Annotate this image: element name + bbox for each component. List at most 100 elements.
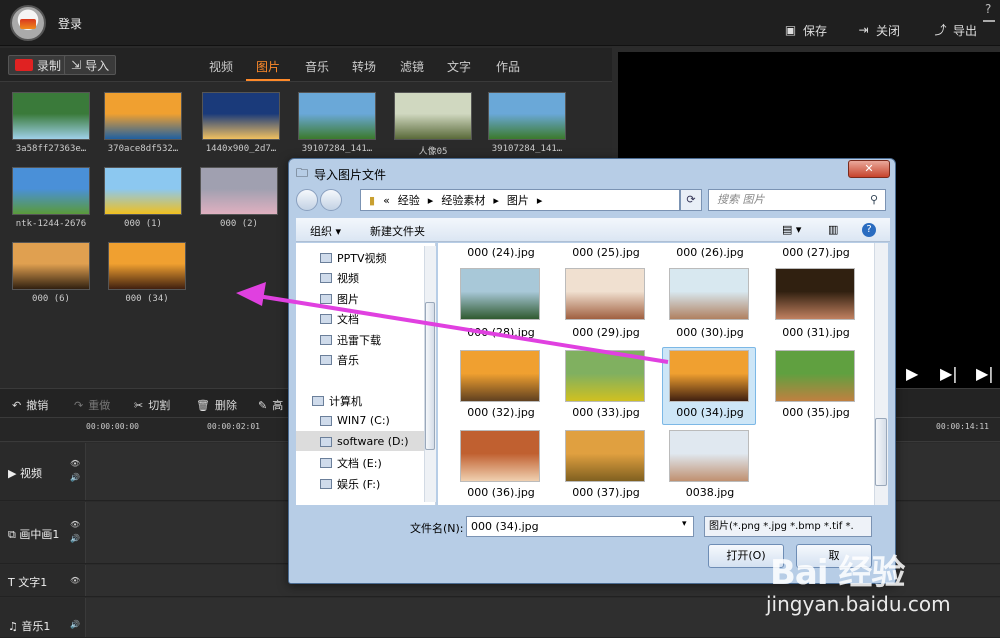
file-item[interactable]: 000 (31).jpg — [767, 268, 865, 342]
cut-button[interactable]: ✂ 切割 — [134, 397, 170, 413]
file-item[interactable]: 000 (36).jpg — [452, 430, 550, 504]
file-item[interactable]: 000 (32).jpg — [452, 350, 550, 424]
file-type-select[interactable]: 图片(*.png *.jpg *.bmp *.tif *. — [704, 516, 872, 537]
breadcrumb-item[interactable]: 图片 — [507, 192, 529, 208]
new-folder-button[interactable]: 新建文件夹 — [370, 223, 425, 239]
media-label: 人像05 — [418, 147, 448, 157]
play-icon[interactable]: ▶ — [906, 364, 918, 383]
search-icon[interactable]: ⚲ — [870, 193, 878, 206]
import-button[interactable]: ⇲ 导入 — [64, 55, 117, 75]
view-options-icon[interactable]: ▤ ▾ — [782, 223, 801, 236]
back-button[interactable] — [296, 189, 318, 211]
visibility-icon[interactable]: 👁 🔊 — [70, 518, 80, 546]
redo-button[interactable]: ↷ 重做 — [74, 397, 110, 413]
nav-item[interactable]: 计算机 — [312, 393, 362, 409]
media-item[interactable]: 3a58ff27363e… — [12, 92, 102, 160]
breadcrumb-item[interactable]: 经验素材 — [441, 192, 485, 208]
tab-text[interactable]: 文字 — [447, 58, 471, 75]
tab-image[interactable]: 图片 — [256, 58, 280, 75]
media-item[interactable]: 39107284_141… — [298, 92, 388, 160]
next-frame-icon[interactable]: ▶| — [940, 364, 958, 383]
media-item[interactable]: 000 (2) — [200, 167, 290, 235]
media-item[interactable]: 人像05 — [394, 92, 484, 160]
track-header: ▶ 视频 👁 🔊 — [0, 443, 86, 500]
file-name[interactable]: 000 (27).jpg — [767, 246, 865, 259]
delete-button[interactable]: 🗑 删除 — [196, 397, 237, 413]
search-input[interactable]: 搜索 图片 — [708, 189, 886, 211]
breadcrumb-overflow[interactable]: « — [383, 194, 390, 207]
save-label: 保存 — [803, 24, 828, 38]
preview-pane-icon[interactable]: ▥ — [828, 223, 838, 236]
skip-end-icon[interactable]: ▶| — [976, 364, 994, 383]
nav-item[interactable]: 娱乐 (F:) — [320, 476, 380, 492]
file-item[interactable]: 000 (34).jpg — [661, 350, 759, 424]
media-item[interactable]: 370ace8df532… — [104, 92, 194, 160]
login-link[interactable]: 登录 — [58, 15, 82, 32]
file-name[interactable]: 000 (26).jpg — [661, 246, 759, 259]
more-button[interactable]: ✎ 高 — [258, 397, 283, 413]
organize-menu[interactable]: 组织 ▾ — [310, 223, 341, 239]
nav-item[interactable]: 文档 (E:) — [320, 455, 382, 471]
media-item[interactable]: 000 (1) — [104, 167, 194, 235]
nav-item[interactable]: 文档 — [320, 311, 359, 327]
file-item[interactable]: 000 (33).jpg — [557, 350, 655, 424]
nav-item[interactable]: 视频 — [320, 270, 359, 286]
minimize-icon[interactable] — [983, 20, 995, 22]
tab-video[interactable]: 视频 — [209, 58, 233, 75]
media-item[interactable]: 1440x900_2d7… — [202, 92, 292, 160]
nav-item[interactable]: software (D:) — [320, 435, 409, 448]
nav-item[interactable]: 音乐 — [320, 352, 359, 368]
folder-icon: ▮ — [369, 193, 376, 207]
file-name[interactable]: 000 (24).jpg — [452, 246, 550, 259]
media-label: 39107284_141… — [491, 144, 563, 154]
active-tab-indicator — [246, 79, 290, 81]
file-thumbnail — [565, 350, 645, 402]
forward-button[interactable] — [320, 189, 342, 211]
nav-item[interactable]: 图片 — [320, 291, 359, 307]
file-item[interactable]: 0038.jpg — [661, 430, 759, 504]
dialog-close-button[interactable]: ✕ — [848, 160, 890, 178]
address-bar[interactable]: ▮ « 经验 ▸ 经验素材 ▸ 图片 ▸ — [360, 189, 680, 211]
file-item[interactable]: 000 (35).jpg — [767, 350, 865, 424]
record-button[interactable]: 录制 — [8, 55, 69, 75]
nav-item[interactable]: 迅雷下载 — [320, 332, 381, 348]
file-item[interactable]: 000 (37).jpg — [557, 430, 655, 504]
nav-scroll-thumb[interactable] — [425, 302, 435, 450]
nav-item[interactable]: PPTV视频 — [320, 250, 387, 266]
visibility-icon[interactable]: 👁 🔊 — [70, 457, 80, 485]
undo-button[interactable]: ↶ 撤销 — [12, 397, 48, 413]
help-button[interactable]: ? — [985, 2, 991, 16]
visibility-icon[interactable]: 👁 — [70, 574, 80, 588]
tab-works[interactable]: 作品 — [496, 58, 520, 75]
chevron-down-icon[interactable]: ▾ — [682, 519, 687, 529]
file-item[interactable]: 000 (30).jpg — [661, 268, 759, 342]
media-item[interactable]: 000 (6) — [12, 242, 102, 310]
file-name: 000 (29).jpg — [572, 326, 640, 339]
close-button[interactable]: ⇥ 关闭 — [857, 22, 900, 39]
export-button[interactable]: ⤴ 导出 — [934, 22, 977, 39]
tab-transition[interactable]: 转场 — [352, 58, 376, 75]
file-item[interactable]: 000 (29).jpg — [557, 268, 655, 342]
tab-music[interactable]: 音乐 — [305, 58, 329, 75]
tab-filter[interactable]: 滤镜 — [400, 58, 424, 75]
volume-icon[interactable]: 🔊 — [70, 618, 80, 632]
redo-label: 重做 — [88, 399, 111, 412]
filename-input[interactable]: 000 (34).jpg — [466, 516, 694, 537]
file-item[interactable]: 000 (28).jpg — [452, 268, 550, 342]
file-scroll-thumb[interactable] — [875, 418, 887, 486]
media-label: 39107284_141… — [301, 144, 373, 154]
file-name: 000 (35).jpg — [782, 406, 850, 419]
track-label: 文字1 — [18, 576, 48, 589]
refresh-button[interactable]: ⟳ — [680, 189, 702, 211]
nav-item-label: 文档 — [337, 313, 359, 326]
media-item[interactable]: 000 (34) — [108, 242, 198, 310]
file-name[interactable]: 000 (25).jpg — [557, 246, 655, 259]
breadcrumb-item[interactable]: 经验 — [398, 192, 420, 208]
help-icon[interactable]: ? — [862, 223, 876, 237]
drive-icon — [320, 436, 332, 447]
media-item[interactable]: ntk-1244-2676 — [12, 167, 102, 235]
save-button[interactable]: ▣ 保存 — [784, 22, 827, 39]
nav-item[interactable]: WIN7 (C:) — [320, 414, 390, 427]
media-item[interactable]: 39107284_141… — [488, 92, 578, 160]
import-label: 导入 — [85, 58, 110, 73]
